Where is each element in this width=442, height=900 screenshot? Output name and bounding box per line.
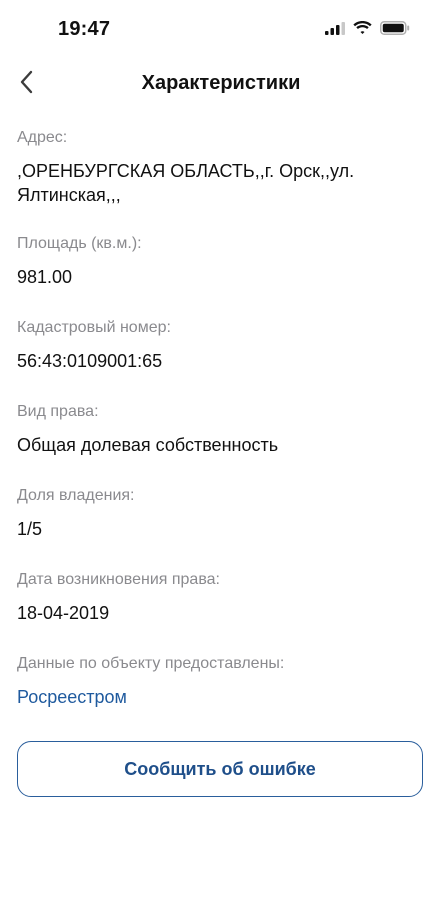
field-right-date: Дата возникновения права: 18-04-2019: [17, 570, 417, 654]
field-address: Адрес: ,ОРЕНБУРГСКАЯ ОБЛАСТЬ,,г. Орск,,у…: [17, 128, 417, 234]
field-value: Общая долевая собственность: [17, 435, 279, 455]
rosreestr-link[interactable]: Росреестром: [17, 685, 417, 709]
characteristics-list: Адрес: ,ОРЕНБУРГСКАЯ ОБЛАСТЬ,,г. Орск,,у…: [17, 128, 417, 738]
field-right-type: Вид права: Общая долевая собственность: [17, 402, 417, 486]
field-label: Площадь (кв.м.):: [17, 235, 142, 252]
field-label: Данные по объекту предоставлены:: [17, 655, 285, 672]
field-value: ,ОРЕНБУРГСКАЯ ОБЛАСТЬ,,г. Орск,,ул. Ялти…: [17, 161, 355, 205]
page-title: Характеристики: [141, 72, 301, 94]
field-data-source: Данные по объекту предоставлены: Росреес…: [17, 654, 417, 738]
field-value: 981.00: [17, 267, 73, 287]
field-cadastral-number: Кадастровый номер: 56:43:0109001:65: [17, 318, 417, 402]
status-icons: [325, 21, 410, 40]
field-value: 18-04-2019: [17, 603, 110, 623]
field-label: Кадастровый номер:: [17, 319, 171, 336]
field-label: Доля владения:: [17, 487, 135, 504]
nav-bar: Характеристики: [0, 60, 442, 110]
cellular-signal-icon: [325, 21, 345, 40]
field-label: Адрес:: [17, 129, 68, 146]
field-value: 56:43:0109001:65: [17, 351, 163, 371]
field-label: Дата возникновения права:: [17, 571, 220, 588]
status-bar: 19:47: [0, 0, 442, 60]
field-value: 1/5: [17, 519, 43, 539]
field-label: Вид права:: [17, 403, 99, 420]
battery-icon: [380, 21, 410, 40]
field-area: Площадь (кв.м.): 981.00: [17, 234, 417, 318]
report-error-button[interactable]: Сообщить об ошибке: [17, 741, 423, 797]
wifi-icon: [353, 21, 372, 40]
field-ownership-share: Доля владения: 1/5: [17, 486, 417, 570]
status-time: 19:47: [58, 18, 111, 40]
